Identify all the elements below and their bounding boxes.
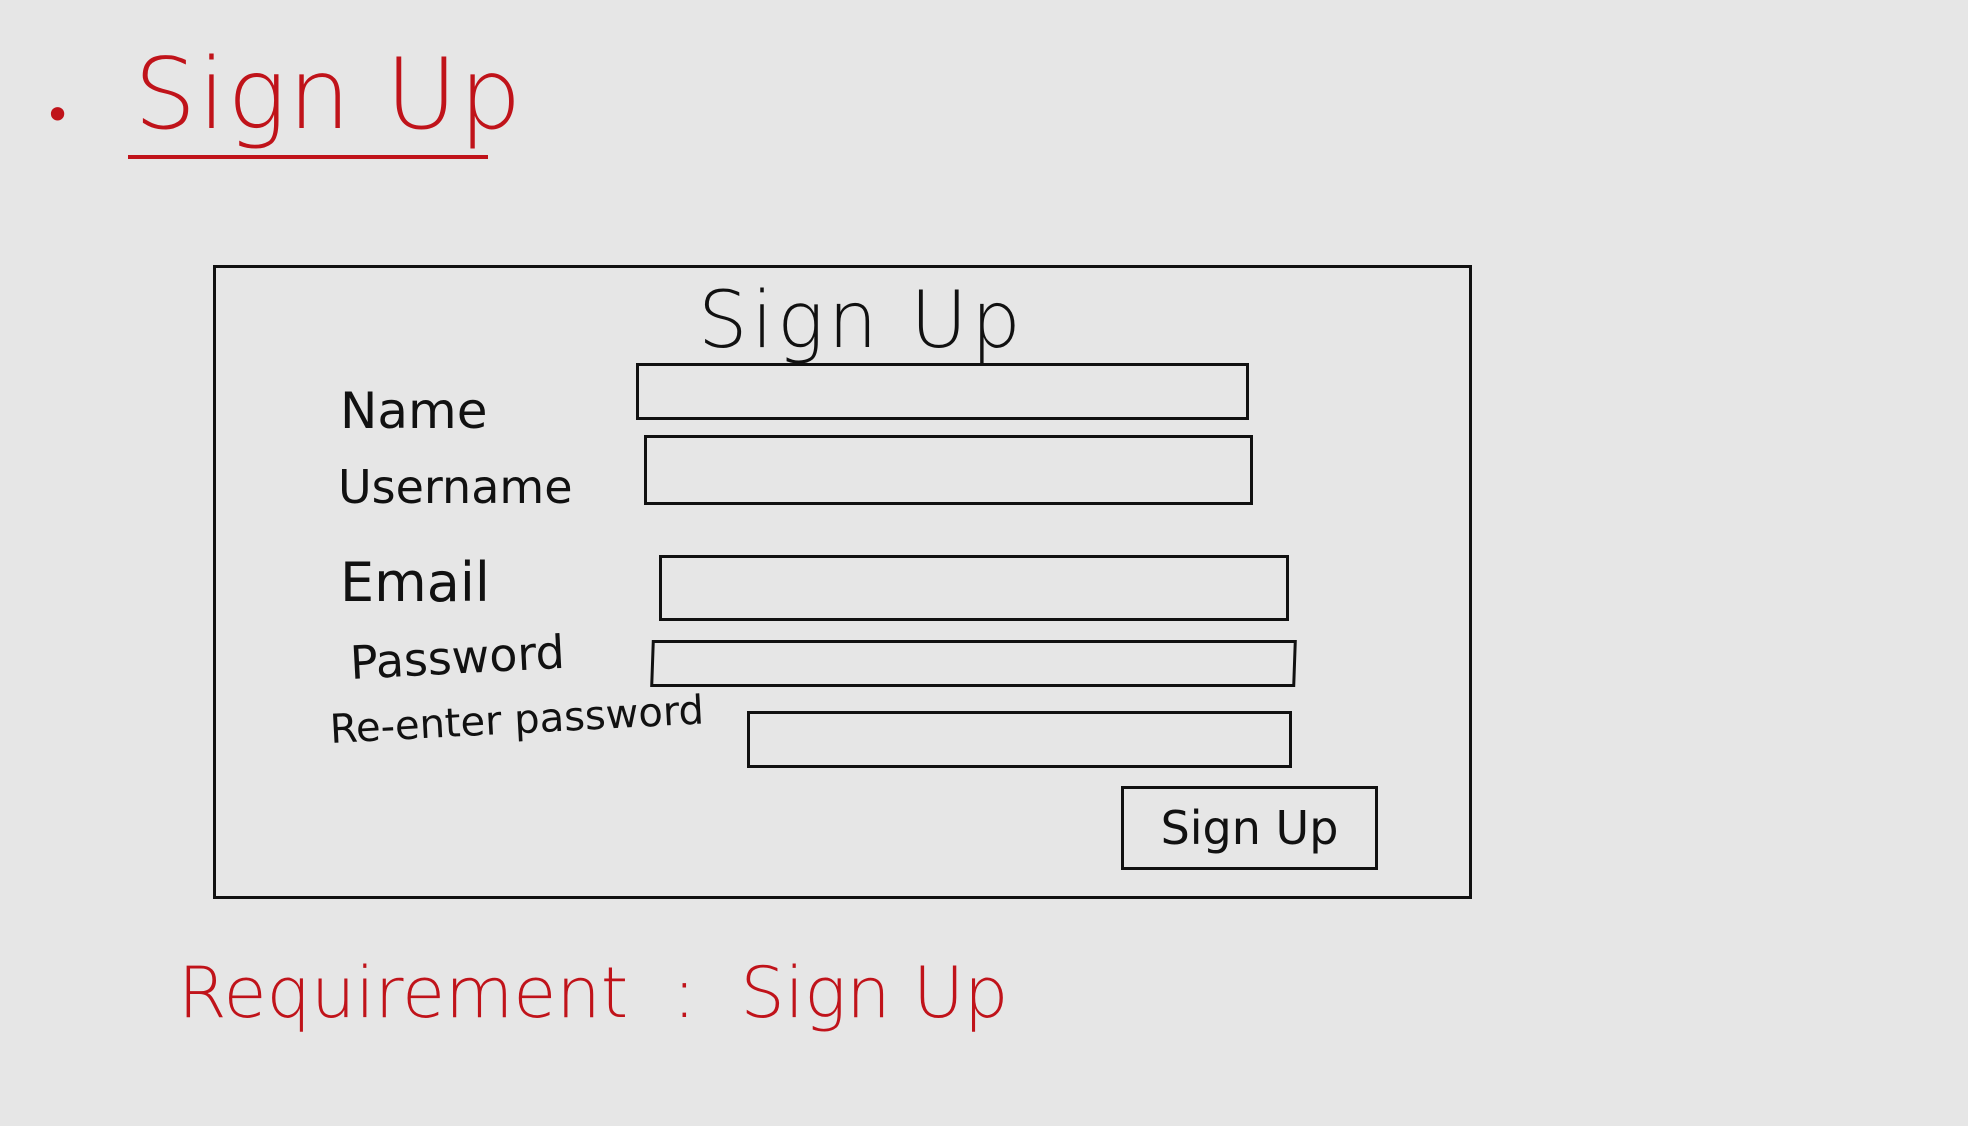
- reenter-password-label: Re-enter password: [328, 687, 706, 753]
- name-input[interactable]: [636, 363, 1249, 420]
- requirement-separator: :: [672, 952, 697, 1034]
- requirement-note: Requirement : Sign Up: [178, 958, 1009, 1028]
- section-bullet: •: [44, 88, 72, 142]
- username-label: Username: [338, 460, 573, 514]
- email-label: Email: [340, 551, 490, 614]
- password-label: Password: [348, 624, 566, 690]
- email-input[interactable]: [659, 555, 1289, 621]
- section-title: Sign Up: [134, 38, 524, 152]
- sign-up-button[interactable]: Sign Up: [1121, 786, 1378, 870]
- sign-up-button-label: Sign Up: [1160, 801, 1339, 855]
- requirement-prefix: Requirement: [178, 952, 629, 1034]
- signup-form-frame: Sign Up Name Username Email Password Re-…: [213, 265, 1472, 899]
- name-label: Name: [340, 382, 488, 440]
- section-title-underline: [128, 155, 488, 159]
- reenter-password-input[interactable]: [747, 711, 1292, 768]
- form-title: Sign Up: [698, 276, 1025, 366]
- username-input[interactable]: [644, 435, 1253, 505]
- requirement-value: Sign Up: [740, 952, 1009, 1034]
- password-input[interactable]: [650, 640, 1297, 687]
